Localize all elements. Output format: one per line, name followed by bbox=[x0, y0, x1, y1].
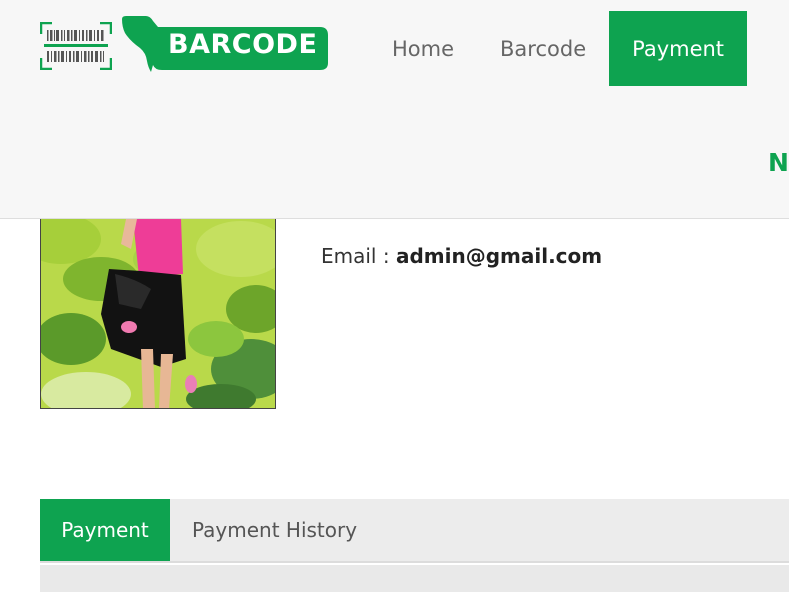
barcode-logo[interactable]: BARCODE bbox=[40, 15, 332, 75]
email-value: admin@gmail.com bbox=[395, 244, 603, 268]
profile-avatar-photo bbox=[40, 219, 276, 409]
nav-home-link[interactable]: Home bbox=[376, 11, 477, 86]
main-nav: Home Barcode Payment bbox=[376, 11, 748, 86]
tab-payment-history[interactable]: Payment History bbox=[170, 499, 379, 561]
profile-email: Email : admin@gmail.com bbox=[321, 244, 602, 268]
nav-payment-link[interactable]: Payment bbox=[609, 11, 748, 86]
barcode-scan-icon bbox=[40, 22, 112, 70]
email-label: Email : bbox=[321, 244, 390, 268]
nav-barcode-link[interactable]: Barcode bbox=[477, 11, 609, 86]
site-header: BARCODE Home Barcode Payment N bbox=[0, 0, 789, 219]
profile-photo-image bbox=[41, 219, 275, 408]
payment-tabs: Payment Payment History bbox=[40, 499, 789, 563]
header-partial-text: N bbox=[768, 148, 789, 177]
logo-text: BARCODE bbox=[168, 29, 318, 60]
tab-content-panel bbox=[40, 565, 789, 592]
tab-payment[interactable]: Payment bbox=[40, 499, 170, 561]
